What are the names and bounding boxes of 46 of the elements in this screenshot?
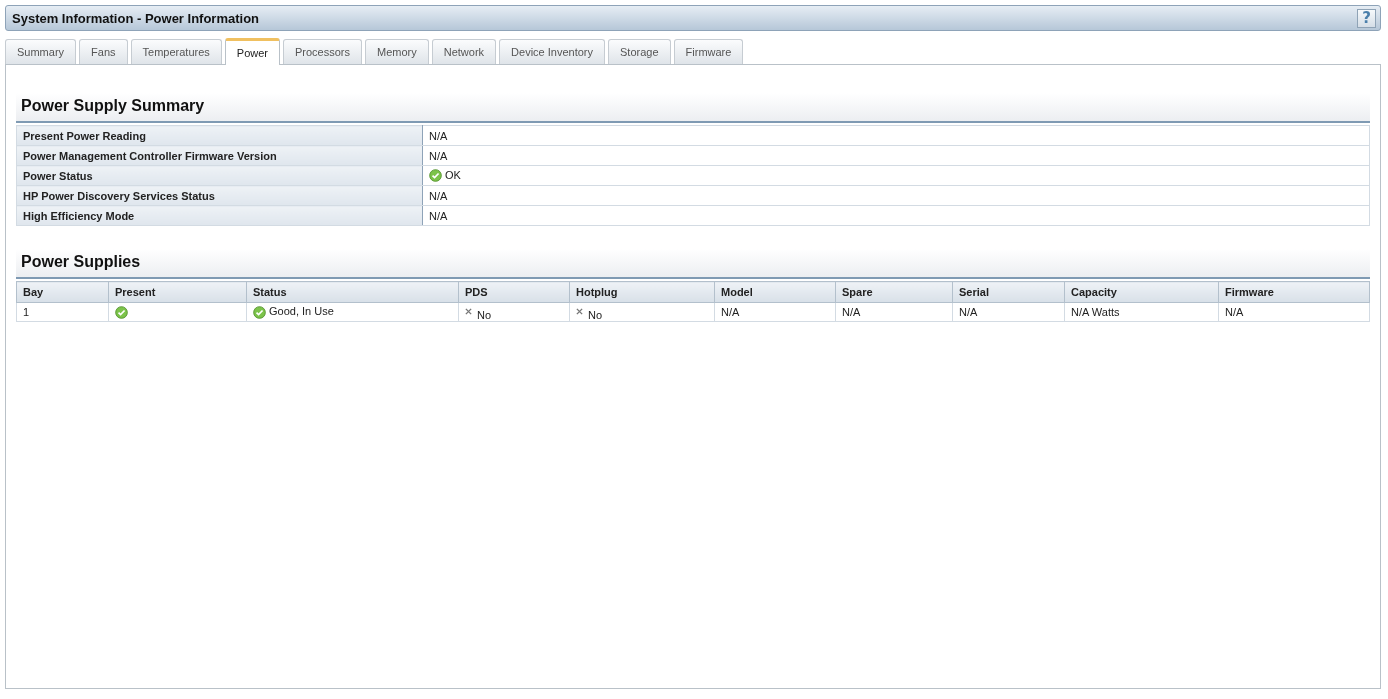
check-circle-icon: [115, 305, 128, 319]
tab[interactable]: Summary: [5, 39, 77, 64]
table-cell: N/A: [952, 302, 1065, 322]
table-cell: N/A: [835, 302, 953, 322]
tab[interactable]: Power: [224, 38, 280, 65]
column-header: Capacity: [1064, 281, 1219, 303]
table-cell: No: [458, 302, 570, 322]
row-label: High Efficiency Mode: [16, 205, 423, 226]
column-header: PDS: [458, 281, 570, 303]
table-cell: N/A: [422, 145, 1370, 166]
tab[interactable]: Network: [431, 39, 497, 64]
window-title: System Information - Power Information: [12, 10, 260, 26]
tab[interactable]: Storage: [608, 39, 671, 64]
column-header: Serial: [952, 281, 1065, 303]
column-header: Model: [714, 281, 836, 303]
table-cell: N/A: [422, 125, 1370, 146]
column-header: Present: [108, 281, 247, 303]
table-cell: Good, In Use: [246, 302, 459, 322]
tab[interactable]: Processors: [283, 39, 362, 64]
table-cell: N/A Watts: [1064, 302, 1219, 322]
column-header: Hotplug: [569, 281, 715, 303]
check-circle-icon: [429, 169, 442, 183]
table-cell: OK: [422, 165, 1370, 186]
column-header: Status: [246, 281, 459, 303]
tab[interactable]: Device Inventory: [499, 39, 606, 64]
row-label: Present Power Reading: [16, 125, 423, 146]
table-cell: N/A: [1218, 302, 1370, 322]
column-header: Firmware: [1218, 281, 1370, 303]
row-label: HP Power Discovery Services Status: [16, 185, 423, 206]
table-cell: No: [569, 302, 715, 322]
column-header: Spare: [835, 281, 953, 303]
row-label: Power Status: [16, 165, 423, 186]
row-label: Power Management Controller Firmware Version: [16, 145, 423, 166]
cross-icon: [576, 307, 583, 315]
tab[interactable]: Firmware: [673, 39, 744, 64]
tab[interactable]: Memory: [365, 39, 429, 64]
table-cell: 1: [16, 302, 109, 322]
tab[interactable]: Fans: [79, 39, 128, 64]
table-cell: N/A: [422, 185, 1370, 206]
table-cell: N/A: [714, 302, 836, 322]
check-circle-icon: [253, 305, 266, 319]
cross-icon: [465, 307, 472, 315]
help-button[interactable]: ?: [1357, 8, 1376, 28]
tab[interactable]: Temperatures: [130, 39, 222, 64]
column-header: Bay: [16, 281, 109, 303]
table-cell: N/A: [422, 205, 1370, 226]
